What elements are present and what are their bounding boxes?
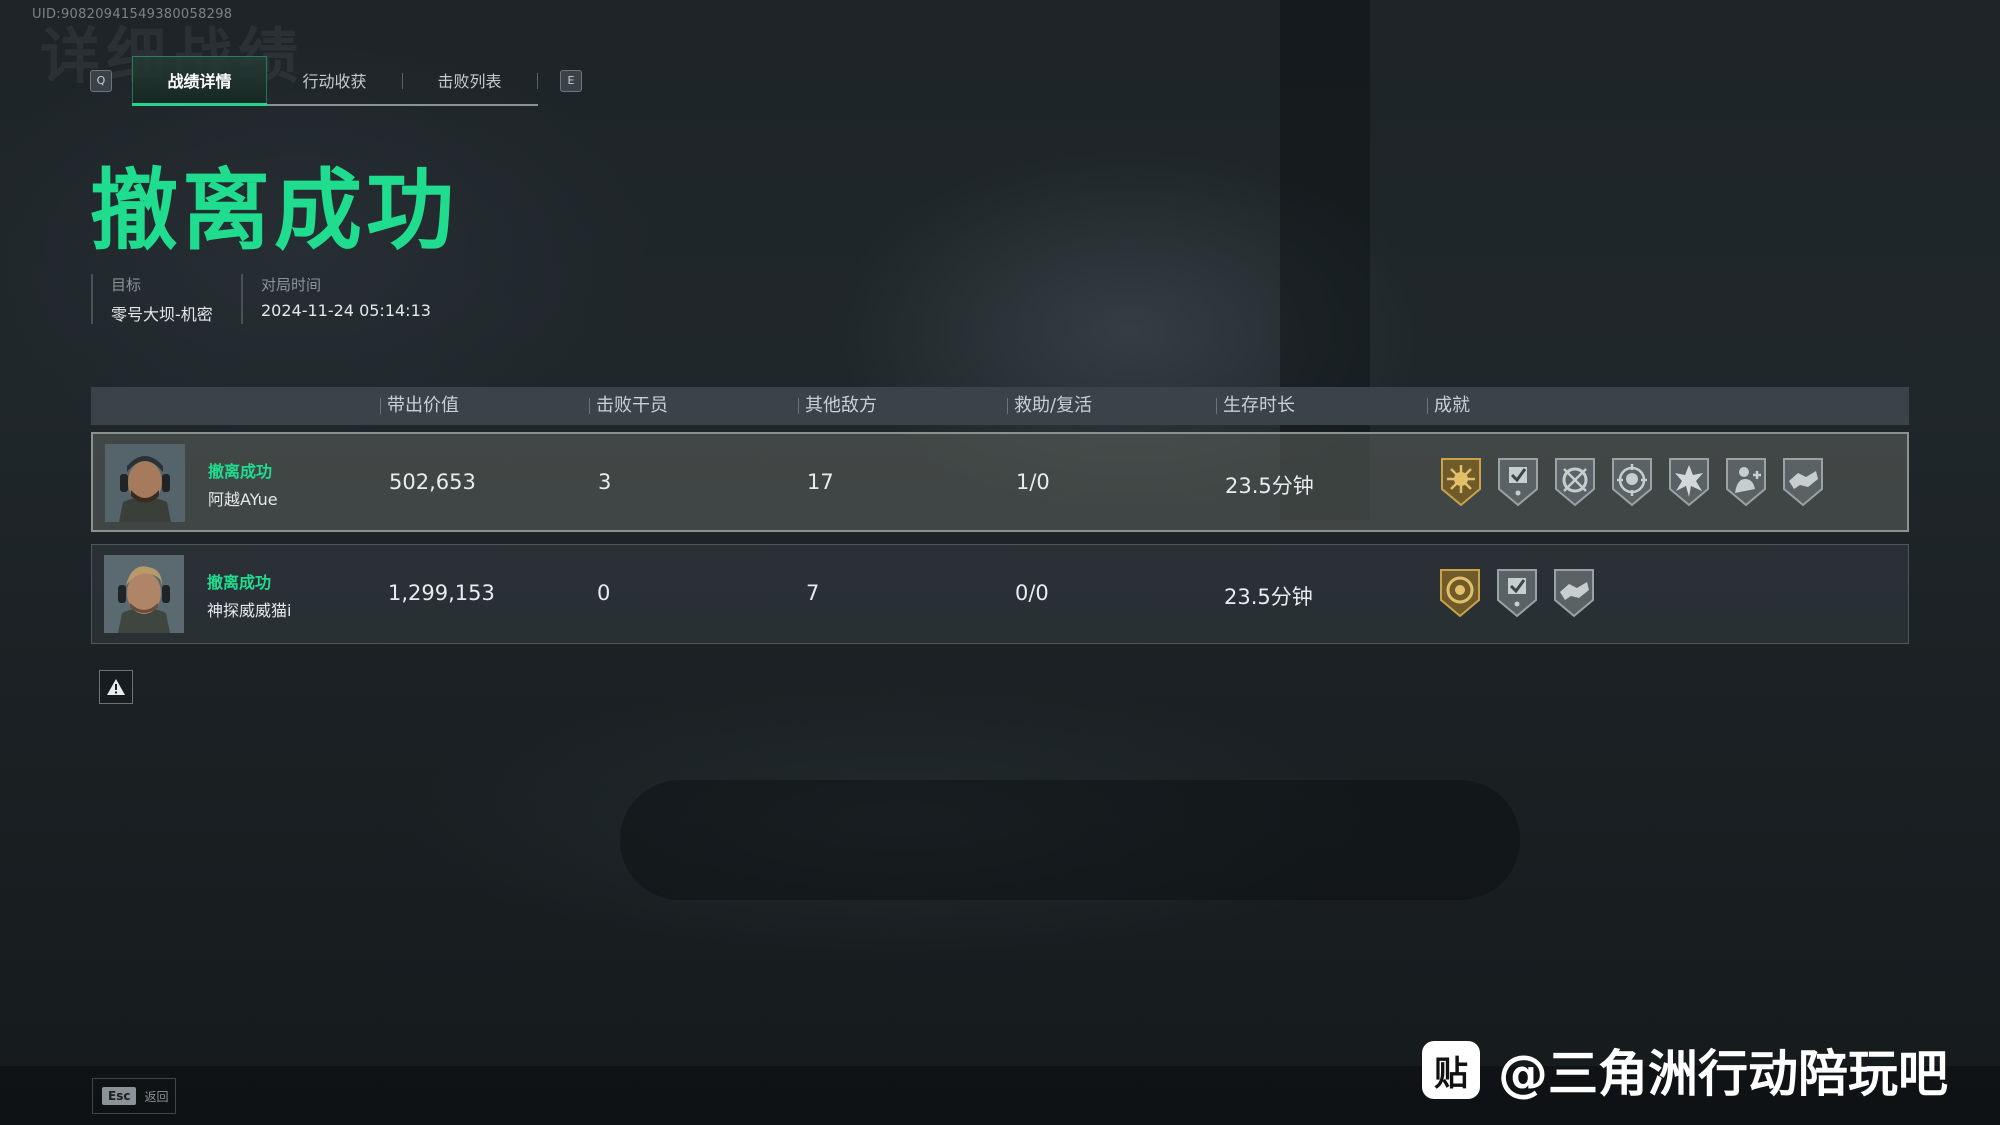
other-enemies: 17 xyxy=(807,470,834,494)
extraction-status: 撤离成功 xyxy=(208,462,273,481)
match-time-value: 2024-11-24 05:14:13 xyxy=(261,301,431,320)
table-row[interactable]: 撤离成功 阿越AYue 502,653 3 17 1/0 23.5分钟 xyxy=(91,432,1909,532)
header-achievements: 成就 xyxy=(1427,387,1470,425)
header-assist-revive: 救助/复活 xyxy=(1007,387,1092,425)
uid-label: UID:9082094154938005829​8 xyxy=(32,7,233,22)
back-label: 返回 xyxy=(144,1089,169,1104)
header-other-enemies: 其他敌方 xyxy=(798,387,877,425)
watermark: 贴 @三角洲行动陪玩吧 xyxy=(1422,1036,1948,1104)
avatar xyxy=(105,444,185,522)
handshake-badge-icon[interactable] xyxy=(1780,455,1826,507)
medic-badge-icon[interactable] xyxy=(1723,455,1769,507)
gold-coin-medal-icon[interactable] xyxy=(1437,566,1483,618)
background-silhouette xyxy=(620,780,1520,900)
assist-revive: 0/0 xyxy=(1015,581,1049,605)
tab-bar: 战绩详情 行动收获 击败列表 xyxy=(132,56,538,106)
target-label: 目标 xyxy=(111,276,142,294)
meta-target: 目标 零号大坝-机密 xyxy=(91,274,213,324)
warning-icon xyxy=(107,679,125,695)
tab-action-rewards[interactable]: 行动收获 xyxy=(267,56,402,104)
tab-divider xyxy=(402,73,403,89)
extraction-status: 撤离成功 xyxy=(207,573,272,592)
sun-medal-icon[interactable] xyxy=(1438,455,1484,507)
team-stats-table: 带出价值 击败干员 其他敌方 救助/复活 生存时长 成就 撤离成功 阿越AYue… xyxy=(91,387,1909,644)
tab-divider xyxy=(537,73,538,89)
survival-time: 23.5分钟 xyxy=(1225,474,1314,498)
meta-match-time: 对局时间 2024-11-24 05:14:13 xyxy=(241,274,431,324)
next-tab-key-hint[interactable]: E xyxy=(560,70,582,92)
report-warning-button[interactable] xyxy=(99,670,133,704)
crosshair-badge-icon[interactable] xyxy=(1552,455,1598,507)
extracted-value: 502,653 xyxy=(389,470,476,494)
prev-tab-key-hint[interactable]: Q xyxy=(90,70,112,92)
esc-key-hint: Esc xyxy=(102,1087,137,1105)
checkmark-shield-icon[interactable] xyxy=(1494,566,1540,618)
operator-kills: 3 xyxy=(598,470,612,494)
tab-defeat-list[interactable]: 击败列表 xyxy=(402,56,537,104)
assist-revive: 1/0 xyxy=(1016,470,1050,494)
avatar xyxy=(104,555,184,633)
checkmark-shield-icon[interactable] xyxy=(1495,455,1541,507)
watermark-text: @三角洲行动陪玩吧 xyxy=(1498,1045,1948,1103)
handshake-badge-icon[interactable] xyxy=(1551,566,1597,618)
operator-kills: 0 xyxy=(597,581,611,605)
target-skull-badge-icon[interactable] xyxy=(1609,455,1655,507)
back-button[interactable]: Esc 返回 xyxy=(92,1078,176,1114)
header-extracted-value: 带出价值 xyxy=(380,387,459,425)
match-time-label: 对局时间 xyxy=(261,276,322,294)
tieba-logo-icon: 贴 xyxy=(1422,1041,1480,1099)
extracted-value: 1,299,153 xyxy=(388,581,495,605)
survival-time: 23.5分钟 xyxy=(1224,585,1313,609)
other-enemies: 7 xyxy=(806,581,820,605)
player-name: 阿越AYue xyxy=(208,490,278,509)
table-row[interactable]: 撤离成功 神探威威猫i 1,299,153 0 7 0/0 23.5分钟 xyxy=(91,544,1909,644)
extraction-result-title: 撤离成功 xyxy=(90,159,459,262)
burst-star-badge-icon[interactable] xyxy=(1666,455,1712,507)
table-header: 带出价值 击败干员 其他敌方 救助/复活 生存时长 成就 xyxy=(91,387,1909,425)
header-survival-time: 生存时长 xyxy=(1216,387,1295,425)
tab-battle-details[interactable]: 战绩详情 xyxy=(132,56,267,106)
target-value: 零号大坝-机密 xyxy=(111,305,213,324)
header-operator-kills: 击败干员 xyxy=(589,387,668,425)
player-name: 神探威威猫i xyxy=(207,601,292,620)
